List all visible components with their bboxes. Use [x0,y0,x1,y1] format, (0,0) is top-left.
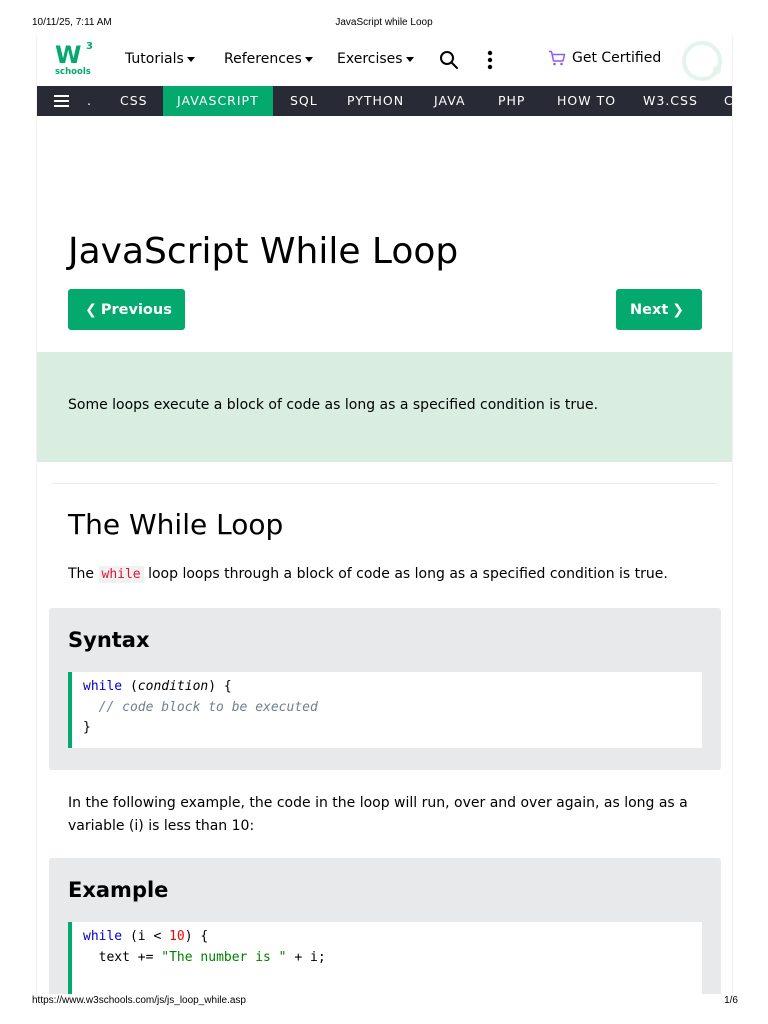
next-button[interactable]: Next ❯ [616,289,702,330]
caret-down-icon [186,57,195,62]
topic-c[interactable]: C [724,86,732,116]
section-text-after: loop loops through a block of code as lo… [148,566,668,582]
print-header: 10/11/25, 7:11 AM JavaScript while Loop [0,17,768,31]
intro-banner: Some loops execute a block of code as lo… [37,352,732,462]
topic-java[interactable]: JAVA [434,86,466,116]
print-doc-title: JavaScript while Loop [335,17,433,28]
topic-sql[interactable]: SQL [290,86,318,116]
print-page-number: 1/6 [724,995,738,1006]
print-url: https://www.w3schools.com/js/js_loop_whi… [32,995,246,1006]
syntax-panel: Syntax while (condition) { // code block… [49,608,721,770]
cart-icon [549,50,566,66]
logo-text: schools [55,67,91,77]
section-text-before: The [68,566,95,582]
exercises-label: Exercises [337,51,403,67]
logo-superscript: 3 [86,41,93,52]
logo-mark: W [55,41,82,69]
topic-how-to[interactable]: HOW TO [557,86,616,116]
previous-label: Previous [100,301,172,318]
example-intro-line-2: variable (i) is less than 10: [68,818,255,834]
get-certified-link[interactable]: Get Certified [548,50,661,66]
hamburger-menu-icon[interactable] [54,95,69,107]
w3schools-logo[interactable]: W 3 schools [55,41,95,79]
section-heading: The While Loop [68,508,284,541]
references-menu[interactable]: References [224,51,313,67]
example-intro-line-1: In the following example, the code in th… [68,795,688,811]
page-frame: W 3 schools Tutorials References Exercis… [36,36,733,994]
topic-css[interactable]: CSS [120,86,148,116]
references-label: References [224,51,302,67]
get-certified-label: Get Certified [572,50,662,66]
previous-button[interactable]: ❮ Previous [68,289,185,330]
next-label: Next [630,301,669,318]
example-code-block: while (i < 10) { text += "The number is … [68,922,702,994]
more-options-icon[interactable] [483,50,497,70]
topic-javascript[interactable]: JAVASCRIPT [163,86,273,116]
caret-down-icon [405,57,414,62]
syntax-code-block: while (condition) { // code block to be … [68,672,702,748]
top-navigation: W 3 schools Tutorials References Exercis… [37,36,732,86]
intro-text: Some loops execute a block of code as lo… [68,397,599,413]
loading-spinner-icon [682,41,722,81]
section-description: The while loop loops through a block of … [68,563,668,586]
caret-down-icon [304,57,313,62]
syntax-heading: Syntax [68,628,150,652]
topic-php[interactable]: PHP [498,86,525,116]
topic-w3css[interactable]: W3.CSS [643,86,698,116]
topic-partial[interactable]: . [87,86,92,116]
search-icon[interactable] [439,50,459,70]
exercises-menu[interactable]: Exercises [337,51,414,67]
chevron-right-icon: ❯ [672,301,684,318]
topic-python[interactable]: PYTHON [347,86,404,116]
page-title: JavaScript While Loop [68,231,459,272]
example-panel: Example while (i < 10) { text += "The nu… [49,858,721,994]
inline-code-while: while [98,566,144,583]
divider [52,483,718,484]
print-footer: https://www.w3schools.com/js/js_loop_whi… [0,995,768,1009]
chevron-left-icon: ❮ [85,301,97,318]
tutorials-label: Tutorials [125,51,184,67]
example-heading: Example [68,878,169,902]
tutorials-menu[interactable]: Tutorials [125,51,195,67]
topic-bar: . CSS JAVASCRIPT SQL PYTHON JAVA PHP HOW… [37,86,732,116]
